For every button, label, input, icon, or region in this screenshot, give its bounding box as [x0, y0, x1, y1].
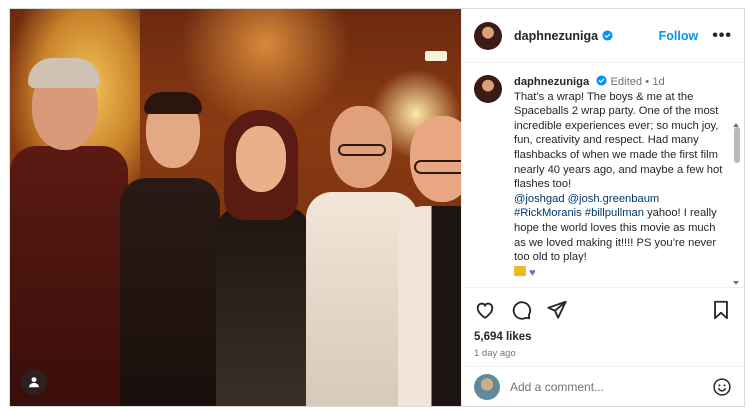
instagram-post-window: daphnezuniga Follow ••• daphnezuniga Edi… [9, 8, 745, 407]
comment-input[interactable] [510, 379, 712, 394]
more-options-button[interactable]: ••• [712, 27, 732, 45]
caption-text: That’s a wrap! The boys & me at the Spac… [514, 90, 723, 191]
photo-person [10, 58, 130, 406]
post-photo[interactable] [10, 9, 461, 406]
tagged-users-icon [29, 377, 39, 388]
edited-label: Edited [610, 76, 643, 88]
follow-button[interactable]: Follow [659, 29, 699, 43]
photo-person [114, 92, 224, 406]
caption-scrollbar[interactable] [734, 127, 740, 163]
verified-badge-icon [602, 30, 613, 41]
author-avatar[interactable] [474, 21, 502, 50]
author-username[interactable]: daphnezuniga [514, 29, 598, 43]
scroll-down-arrow[interactable] [733, 281, 739, 285]
mention-link[interactable]: @joshgad [514, 193, 565, 205]
current-user-avatar [474, 373, 500, 400]
mention-link[interactable]: @josh.greenbaum [568, 193, 660, 205]
hashtag-link[interactable]: #billpullman [585, 207, 644, 219]
bookmark-icon[interactable] [710, 299, 732, 321]
post-side-panel: daphnezuniga Follow ••• daphnezuniga Edi… [461, 9, 744, 406]
post-date: 1 day ago [474, 348, 516, 359]
purple-heart-emoji-icon: ♥ [529, 266, 536, 279]
emoji-icon[interactable] [712, 377, 732, 397]
post-header: daphnezuniga Follow ••• [462, 9, 744, 63]
caption-author-avatar[interactable] [474, 75, 502, 103]
photo-exit-sign [425, 51, 447, 61]
photo-person [210, 110, 315, 406]
crown-emoji-icon [514, 265, 526, 276]
likes-count[interactable]: 5,694 likes [474, 331, 732, 343]
comment-icon[interactable] [510, 299, 532, 321]
photo-person [398, 116, 461, 406]
post-actions: 5,694 likes 1 day ago [462, 287, 744, 365]
meta-separator: • [645, 76, 650, 88]
add-comment-bar [462, 366, 744, 406]
tagged-users-button[interactable] [21, 369, 47, 395]
post-caption: daphnezuniga Edited • 1d That’s a wrap! … [514, 75, 728, 287]
heart-icon[interactable] [474, 299, 496, 321]
hashtag-link[interactable]: #RickMoranis [514, 207, 582, 219]
verified-badge-icon [596, 75, 607, 86]
caption-username[interactable]: daphnezuniga [514, 76, 589, 88]
caption-area: daphnezuniga Edited • 1d That’s a wrap! … [462, 63, 744, 287]
post-time[interactable]: 1d [652, 76, 664, 88]
share-icon[interactable] [546, 299, 568, 321]
